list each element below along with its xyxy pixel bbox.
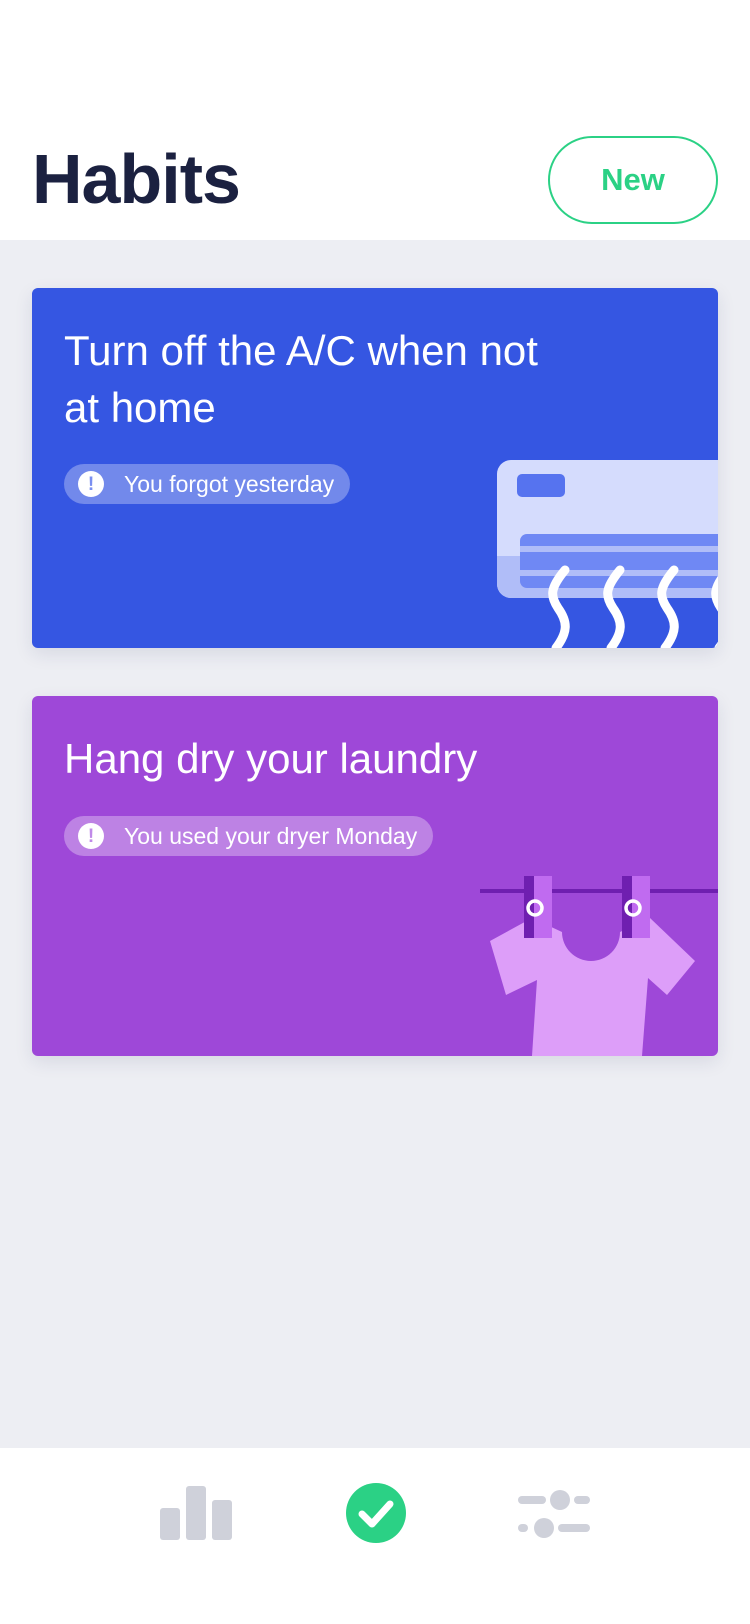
bar-chart-icon[interactable]	[158, 1484, 234, 1540]
check-circle-icon[interactable]	[345, 1482, 407, 1544]
alert-icon: !	[78, 471, 104, 497]
app-screen: Habits New Turn off the A/C when not at …	[0, 0, 750, 1624]
new-habit-button[interactable]: New	[548, 136, 718, 224]
alert-icon: !	[78, 823, 104, 849]
air-conditioner-illustration	[497, 460, 718, 648]
habit-card-laundry[interactable]: Hang dry your laundry ! You used your dr…	[32, 696, 718, 1056]
habit-status-text: You used your dryer Monday	[124, 822, 418, 849]
habit-card-ac[interactable]: Turn off the A/C when not at home ! You …	[32, 288, 718, 648]
habit-list: Turn off the A/C when not at home ! You …	[0, 240, 750, 1448]
bottom-nav	[0, 1448, 750, 1624]
page-title: Habits	[32, 140, 241, 218]
shirt-on-clothesline-illustration	[480, 876, 718, 1056]
habit-title: Turn off the A/C when not at home	[64, 327, 538, 431]
sliders-icon[interactable]	[516, 1484, 592, 1540]
habit-status-text: You forgot yesterday	[124, 470, 335, 497]
habit-status-badge: ! You forgot yesterday	[64, 464, 351, 504]
habit-status-badge: ! You used your dryer Monday	[64, 816, 434, 856]
header: Habits New	[0, 0, 750, 240]
habit-title: Hang dry your laundry	[64, 735, 478, 782]
